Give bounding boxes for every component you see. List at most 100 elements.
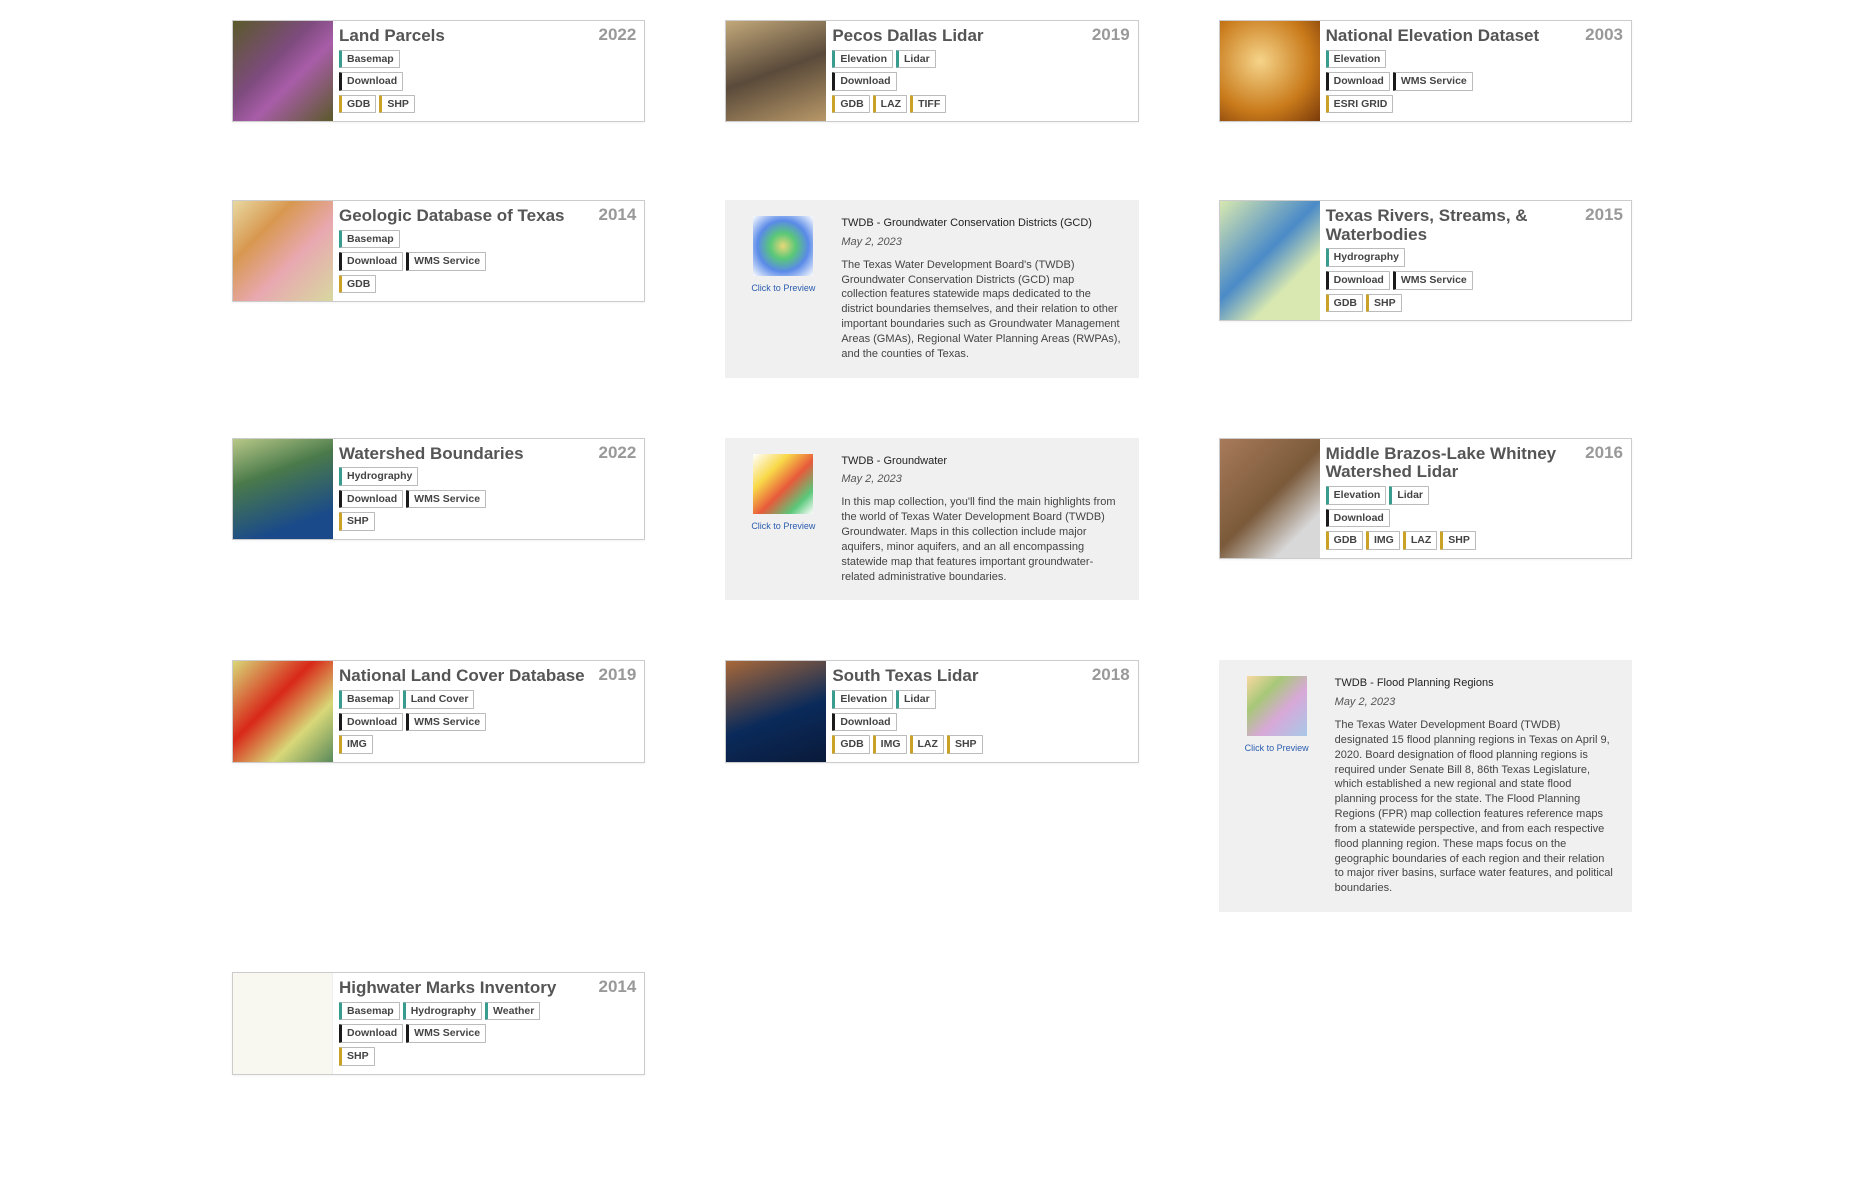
tag-category[interactable]: Lidar [896, 690, 936, 709]
tag-category[interactable]: Basemap [339, 230, 400, 249]
card-highwater-marks[interactable]: 2014 Highwater Marks Inventory Basemap H… [232, 972, 645, 1074]
tag-format[interactable]: SHP [339, 1047, 375, 1066]
tag-category[interactable]: Elevation [832, 50, 893, 69]
year: 2014 [599, 205, 637, 225]
thumbnail [233, 439, 333, 539]
thumbnail [726, 21, 826, 121]
thumbnail [1220, 439, 1320, 558]
tag-category[interactable]: Lidar [896, 50, 936, 69]
results-grid: 2022 Land Parcels Basemap Download GDB S… [232, 20, 1632, 1092]
tag-availability[interactable]: Download [339, 713, 403, 732]
tag-availability[interactable]: Download [1326, 72, 1390, 91]
tag-format[interactable]: LAZ [910, 735, 944, 754]
title: Pecos Dallas Lidar [832, 27, 1081, 46]
thumbnail [233, 661, 333, 761]
tag-format[interactable]: LAZ [1403, 531, 1437, 550]
tag-category[interactable]: Hydrography [1326, 248, 1405, 267]
card-nlcd[interactable]: 2019 National Land Cover Database Basema… [232, 660, 645, 762]
tag-category[interactable]: Hydrography [339, 467, 418, 486]
card-brazos[interactable]: 2016 Middle Brazos-Lake Whitney Watershe… [1219, 438, 1632, 559]
tag-category[interactable]: Basemap [339, 690, 400, 709]
card-ned[interactable]: 2003 National Elevation Dataset Elevatio… [1219, 20, 1632, 122]
year: 2015 [1585, 205, 1623, 225]
tag-availability[interactable]: Download [339, 490, 403, 509]
tag-format[interactable]: GDB [832, 95, 869, 114]
card-south-texas[interactable]: 2018 South Texas Lidar Elevation Lidar D… [725, 660, 1138, 762]
year: 2018 [1092, 665, 1130, 685]
tag-availability[interactable]: Download [1326, 271, 1390, 290]
title: South Texas Lidar [832, 667, 1081, 686]
title: Texas Rivers, Streams, & Waterbodies [1326, 207, 1575, 244]
tag-availability[interactable]: Download [832, 713, 896, 732]
preview-image [753, 454, 813, 514]
tag-category[interactable]: Elevation [832, 690, 893, 709]
title: Middle Brazos-Lake Whitney Watershed Lid… [1326, 445, 1575, 482]
tag-format[interactable]: SHP [1440, 531, 1476, 550]
title: Land Parcels [339, 27, 588, 46]
tag-availability[interactable]: Download [1326, 509, 1390, 528]
article-date: May 2, 2023 [1335, 695, 1614, 710]
tag-format[interactable]: GDB [339, 275, 376, 294]
tag-format[interactable]: IMG [339, 735, 373, 754]
title: Highwater Marks Inventory [339, 979, 588, 998]
tag-category[interactable]: Land Cover [403, 690, 475, 709]
tag-format[interactable]: GDB [832, 735, 869, 754]
title: Geologic Database of Texas [339, 207, 588, 226]
tag-availability[interactable]: WMS Service [406, 1024, 486, 1043]
tag-category[interactable]: Hydrography [403, 1002, 482, 1021]
year: 2003 [1585, 25, 1623, 45]
tag-format[interactable]: GDB [1326, 294, 1363, 313]
tag-format[interactable]: LAZ [873, 95, 907, 114]
article-title: TWDB - Groundwater [841, 454, 1120, 469]
article-title: TWDB - Flood Planning Regions [1335, 676, 1614, 691]
tag-format[interactable]: SHP [379, 95, 415, 114]
tag-format[interactable]: SHP [947, 735, 983, 754]
tag-availability[interactable]: Download [832, 72, 896, 91]
tag-category[interactable]: Basemap [339, 50, 400, 69]
thumbnail [233, 201, 333, 301]
tag-format[interactable]: SHP [339, 512, 375, 531]
tag-availability[interactable]: Download [339, 1024, 403, 1043]
tag-category[interactable]: Lidar [1389, 486, 1429, 505]
article-body: In this map collection, you'll find the … [841, 495, 1120, 584]
tag-availability[interactable]: Download [339, 252, 403, 271]
article-flood-planning[interactable]: Click to Preview TWDB - Flood Planning R… [1219, 660, 1632, 912]
preview-link[interactable]: Click to Preview [1237, 742, 1317, 754]
article-groundwater[interactable]: Click to Preview TWDB - Groundwater May … [725, 438, 1138, 601]
year: 2019 [599, 665, 637, 685]
year: 2022 [599, 443, 637, 463]
preview-link[interactable]: Click to Preview [743, 282, 823, 294]
article-gcd[interactable]: Click to Preview TWDB - Groundwater Cons… [725, 200, 1138, 378]
preview-link[interactable]: Click to Preview [743, 520, 823, 532]
title: Watershed Boundaries [339, 445, 588, 464]
tag-format[interactable]: GDB [339, 95, 376, 114]
tag-availability[interactable]: WMS Service [406, 713, 486, 732]
tag-category[interactable]: Elevation [1326, 50, 1387, 69]
tag-format[interactable]: TIFF [910, 95, 946, 114]
tag-format[interactable]: IMG [1366, 531, 1400, 550]
tag-category[interactable]: Basemap [339, 1002, 400, 1021]
tag-category[interactable]: Elevation [1326, 486, 1387, 505]
tag-availability[interactable]: WMS Service [1393, 72, 1473, 91]
tag-availability[interactable]: WMS Service [406, 252, 486, 271]
tag-availability[interactable]: WMS Service [1393, 271, 1473, 290]
card-pecos-dallas[interactable]: 2019 Pecos Dallas Lidar Elevation Lidar … [725, 20, 1138, 122]
tag-format[interactable]: SHP [1366, 294, 1402, 313]
tag-format[interactable]: IMG [873, 735, 907, 754]
article-title: TWDB - Groundwater Conservation District… [841, 216, 1120, 231]
article-date: May 2, 2023 [841, 235, 1120, 250]
thumbnail [1220, 201, 1320, 320]
title: National Land Cover Database [339, 667, 588, 686]
card-rivers[interactable]: 2015 Texas Rivers, Streams, & Waterbodie… [1219, 200, 1632, 321]
card-watershed[interactable]: 2022 Watershed Boundaries Hydrography Do… [232, 438, 645, 540]
tag-category[interactable]: Weather [485, 1002, 540, 1021]
card-land-parcels[interactable]: 2022 Land Parcels Basemap Download GDB S… [232, 20, 645, 122]
thumbnail [233, 21, 333, 121]
preview-image [753, 216, 813, 276]
card-geologic[interactable]: 2014 Geologic Database of Texas Basemap … [232, 200, 645, 302]
tag-availability[interactable]: Download [339, 72, 403, 91]
tag-format[interactable]: GDB [1326, 531, 1363, 550]
article-date: May 2, 2023 [841, 472, 1120, 487]
tag-format[interactable]: ESRI GRID [1326, 95, 1394, 114]
tag-availability[interactable]: WMS Service [406, 490, 486, 509]
